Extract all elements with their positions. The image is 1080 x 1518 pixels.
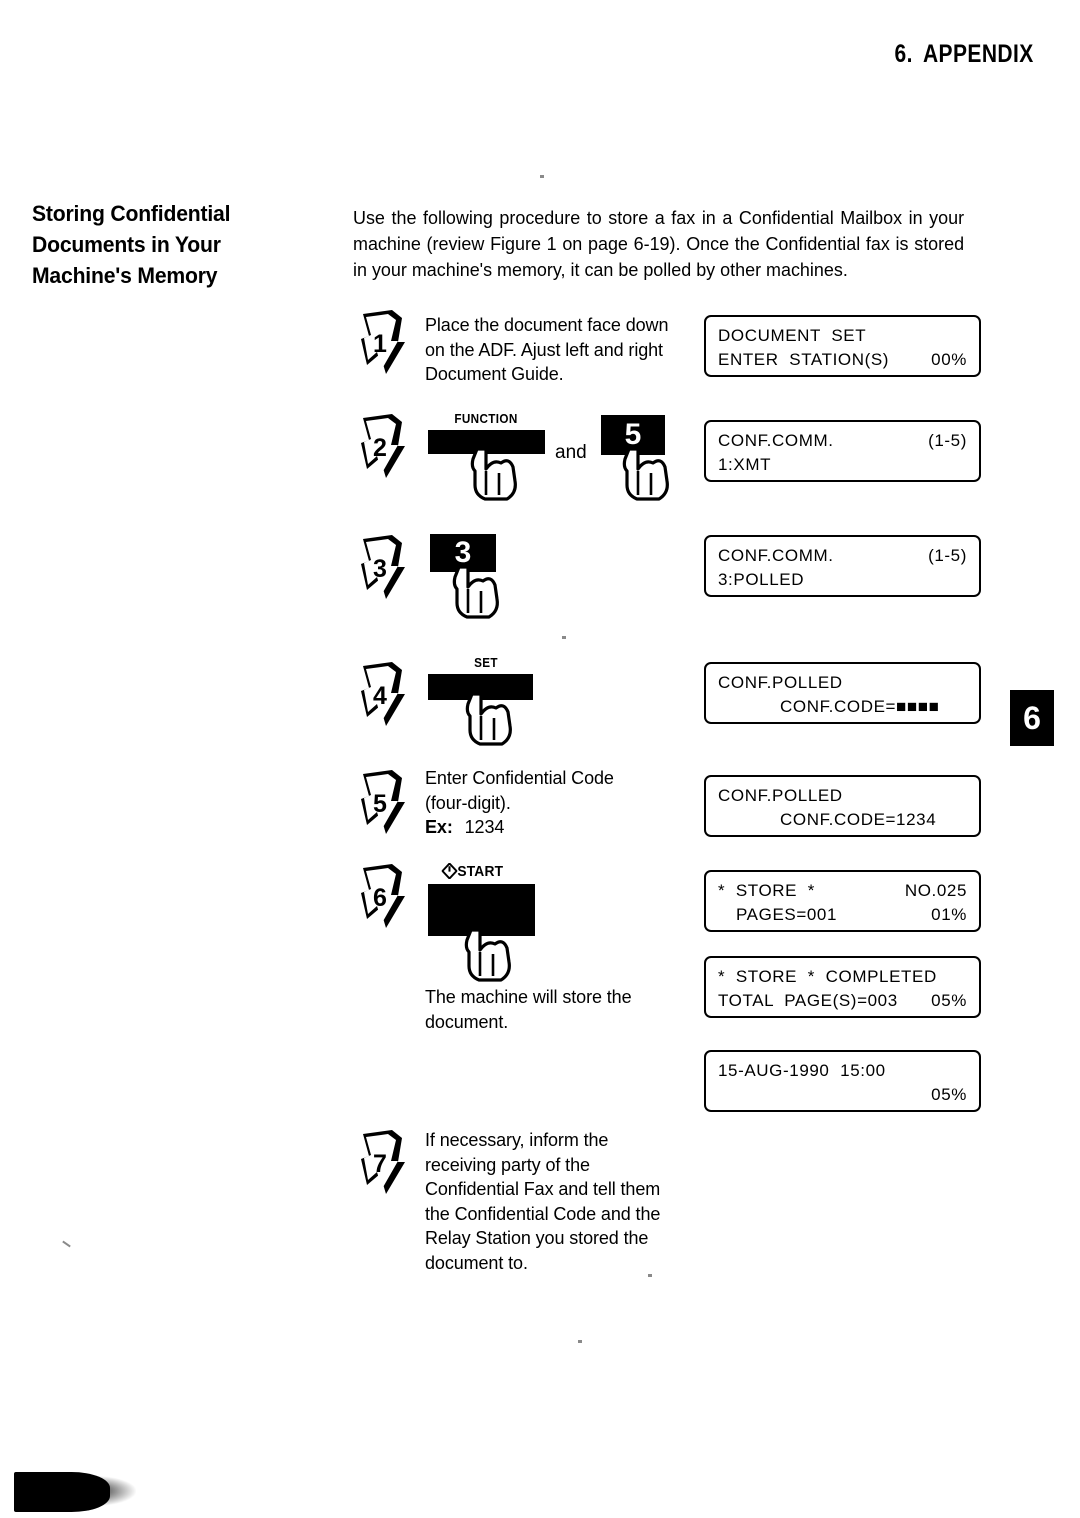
step-badge-4: 4 — [358, 660, 414, 730]
step-badge-2: 2 — [358, 412, 414, 482]
display-1-line2-right: 00% — [931, 350, 967, 369]
display-5-line1-left: CONF.POLLED — [718, 786, 843, 805]
step-5-text: Enter Confidential Code (four-digit). Ex… — [425, 766, 695, 840]
svg-text:1: 1 — [373, 330, 387, 358]
step-5-example-value: 1234 — [464, 817, 505, 837]
display-8-line2-right: 05% — [931, 1085, 967, 1104]
display-6-line2-right: 01% — [931, 905, 967, 924]
intro-paragraph: Use the following procedure to store a f… — [353, 207, 965, 280]
section-heading: Storing Confidential Documents in Your M… — [32, 201, 231, 288]
step-badge-3: 3 — [358, 533, 414, 603]
step-badge-5: 5 — [358, 768, 414, 838]
pressing-hand-icon-set — [456, 692, 518, 747]
step-5-example-label: Ex: — [425, 817, 453, 837]
display-3-line1-left: CONF.COMM. — [718, 546, 834, 565]
display-1-line1-left: DOCUMENT SET — [718, 326, 867, 345]
step-7-text: If necessary, inform the receiving party… — [425, 1130, 661, 1273]
svg-text:4: 4 — [373, 682, 387, 710]
display-2-line1-left: CONF.COMM. — [718, 431, 834, 450]
pressing-hand-icon-function — [461, 447, 523, 502]
set-key-label: SET — [474, 655, 498, 670]
page-header: 6. APPENDIX — [895, 40, 1034, 69]
scan-speck-artifact-3 — [562, 636, 566, 639]
display-8-line1-left: 15-AUG-1990 15:00 — [718, 1061, 886, 1080]
step-badge-1: 1 — [358, 308, 414, 378]
scan-smudge-artifact — [14, 1472, 136, 1512]
and-connector: and — [555, 442, 587, 463]
step-5-line-2: (four-digit). — [425, 792, 511, 813]
display-6-line2-left: PAGES=001 — [736, 905, 838, 924]
scan-speck-artifact-4 — [648, 1274, 652, 1277]
scan-speck-artifact-2 — [540, 175, 544, 178]
step-5-example: Ex: 1234 — [425, 815, 695, 840]
display-4-line1-left: CONF.POLLED — [718, 673, 843, 692]
display-6-line1-left: * STORE * — [718, 881, 815, 900]
step-6-note: The machine will store the document. — [425, 987, 632, 1032]
step-1-text: Place the document face down on the ADF.… — [425, 315, 669, 384]
function-key-label: FUNCTION — [454, 411, 518, 426]
step-badge-7: 7 — [358, 1128, 414, 1198]
pressing-hand-icon-5 — [613, 447, 675, 502]
chapter-title: APPENDIX — [923, 40, 1034, 68]
pressing-hand-icon-start — [455, 928, 517, 983]
display-1-line2-left: ENTER STATION(S) — [718, 350, 890, 369]
svg-text:7: 7 — [373, 1150, 387, 1178]
svg-text:5: 5 — [373, 790, 387, 818]
power-diamond-icon — [441, 862, 458, 880]
chapter-number: 6. — [894, 40, 914, 68]
display-5-line2-left: CONF.CODE=1234 — [780, 810, 937, 829]
step-5-line-1: Enter Confidential Code — [425, 768, 614, 788]
pressing-hand-icon-3 — [443, 565, 505, 620]
display-3-line2-left: 3:POLLED — [718, 570, 805, 589]
svg-text:6: 6 — [373, 884, 387, 912]
display-7-line2-right: 05% — [931, 991, 967, 1010]
display-4-line2-left: CONF.CODE=■■■■ — [780, 697, 940, 716]
chapter-tab: 6 — [1010, 690, 1054, 746]
svg-text:3: 3 — [373, 555, 387, 583]
display-6-line1-right: NO.025 — [904, 881, 967, 900]
manual-page: 6. APPENDIX Storing Confidential Document… — [0, 0, 1080, 1518]
display-7-line2-left: TOTAL PAGE(S)=003 — [718, 991, 898, 1010]
display-7-line1-left: * STORE * COMPLETED — [718, 967, 937, 986]
display-2-line1-right: (1-5) — [928, 431, 967, 450]
scan-speck-artifact-5 — [578, 1340, 582, 1343]
svg-text:2: 2 — [373, 434, 387, 462]
display-2-line2-left: 1:XMT — [718, 455, 772, 474]
start-key-text: START — [457, 863, 504, 880]
display-3-line1-right: (1-5) — [928, 546, 967, 565]
step-badge-6: 6 — [358, 862, 414, 932]
scan-speck-artifact — [62, 1240, 71, 1248]
start-key-label: START — [441, 862, 504, 880]
